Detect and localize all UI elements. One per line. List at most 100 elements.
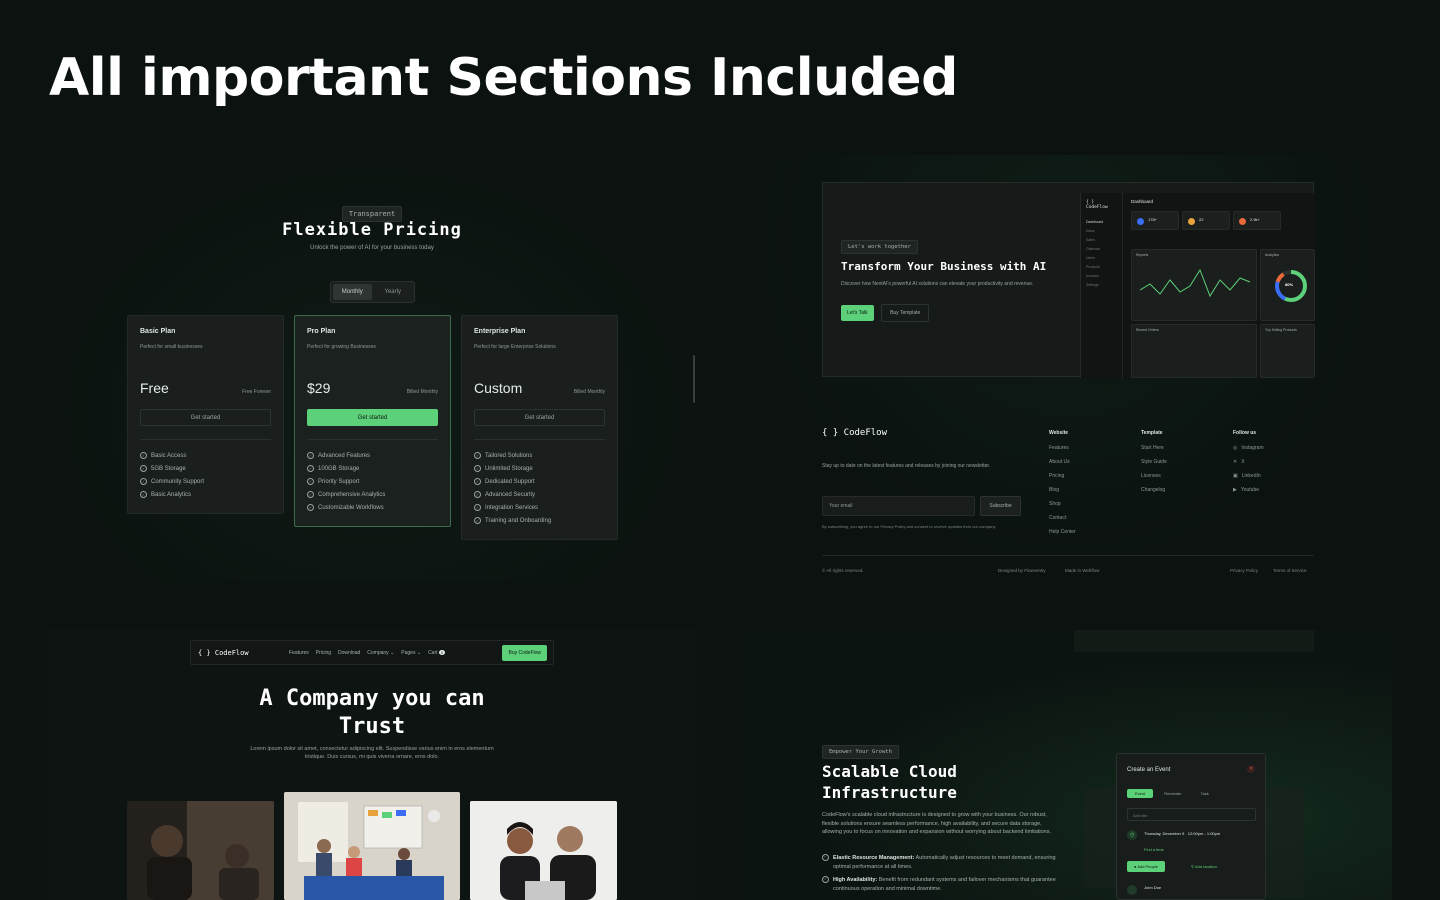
toggle-monthly[interactable]: Monthly (333, 284, 372, 300)
privacy-link[interactable]: Privacy Policy (1230, 568, 1258, 573)
stat-row: 178+ 22 2.9k+ (1131, 211, 1309, 235)
footer-col-title: Follow us (1233, 430, 1257, 436)
dash-menu-item[interactable]: Settings (1086, 283, 1117, 287)
footer-link[interactable]: Features (1049, 445, 1076, 451)
subscribe-button[interactable]: Subscribe (980, 496, 1021, 516)
buy-template-button[interactable]: Buy Template (881, 304, 930, 322)
ghost-card (1074, 630, 1314, 652)
feature-label: Integration Services (485, 504, 539, 511)
plan-feature: ✓ Unlimited Storage (474, 465, 605, 472)
get-started-button[interactable]: Get started (474, 409, 605, 426)
find-time-link[interactable]: Find a time (1144, 847, 1164, 852)
nav-link-pages[interactable]: Pages ⌄ (401, 650, 421, 656)
footer-link[interactable]: Help Center (1049, 529, 1076, 535)
designed-by[interactable]: Designed by Flowventiy (998, 568, 1046, 573)
footer-link[interactable]: About Us (1049, 459, 1076, 465)
social-link-linkedin[interactable]: ▣ LinkedIn (1233, 473, 1264, 479)
plan-name: Pro Plan (307, 328, 336, 335)
footer-logo[interactable]: { } CodeFlow (822, 428, 887, 438)
plan-note: Billed Monthly (406, 389, 438, 395)
plan-desc: Perfect for growing Businesses (307, 344, 376, 350)
plan-feature: ✓ Priority Support (307, 478, 438, 485)
ghost-card (1264, 788, 1304, 898)
event-title-input[interactable]: Add title (1127, 808, 1256, 821)
nav-cart[interactable]: Cart 0 (428, 650, 446, 656)
footer-link[interactable]: Style Guide (1141, 459, 1167, 465)
footer-link[interactable]: Changelog (1141, 487, 1167, 493)
footer-col-title: Template (1141, 430, 1163, 436)
copyright: © All rights reserved. (822, 568, 864, 573)
nav-link[interactable]: Features (289, 650, 309, 656)
event-datetime: Thursday, December 5 12:00pm - 1:00pm (1144, 831, 1220, 836)
get-started-button[interactable]: Get started (140, 409, 271, 426)
dash-menu-item[interactable]: Sales (1086, 238, 1117, 242)
newsletter-text: Stay up to date on the latest features a… (822, 463, 991, 469)
billing-toggle: Monthly Yearly (330, 281, 415, 303)
footer-link[interactable]: Contact (1049, 515, 1076, 521)
team-photo-3 (470, 801, 617, 900)
social-label: X (1241, 459, 1245, 465)
stat-card: 178+ (1131, 211, 1179, 230)
plan-feature: ✓ 100GB Storage (307, 465, 438, 472)
tab-reminder[interactable]: Reminder (1156, 789, 1189, 798)
buy-codeflow-button[interactable]: Buy CodeFlow (502, 645, 547, 661)
hero-title: Transform Your Business with AI (841, 260, 1047, 273)
dash-menu-item[interactable]: Products (1086, 265, 1117, 269)
dash-menu-item[interactable]: Inbox (1086, 229, 1117, 233)
footer-link[interactable]: Pricing (1049, 473, 1076, 479)
email-input[interactable]: Your email (822, 496, 975, 516)
tab-event[interactable]: Event (1127, 789, 1154, 798)
analytics-percent: 80% (1285, 282, 1294, 287)
social-label: Youtube (1240, 487, 1260, 493)
nav-link[interactable]: Pricing (316, 650, 331, 656)
social-link-youtube[interactable]: ▶ Youtube (1233, 487, 1264, 493)
feature-label: Advanced Security (485, 491, 536, 498)
feature-label: Basic Access (151, 452, 187, 459)
footer-link[interactable]: Shop (1049, 501, 1076, 507)
x-icon: ✕ (1233, 459, 1238, 465)
social-label: Instagram (1241, 445, 1264, 451)
pricing-subtitle: Unlock the power of AI for your business… (310, 245, 434, 251)
cloud-feature: ✓ Elastic Resource Management: Automatic… (822, 854, 1060, 871)
check-icon: ✓ (307, 465, 314, 472)
photo-illustration (284, 792, 460, 900)
dash-menu-item[interactable]: Dashboard (1086, 220, 1117, 224)
company-section: { } CodeFlow Features Pricing Download C… (48, 630, 696, 900)
feature-label: Basic Analytics (151, 491, 192, 498)
made-in-webflow[interactable]: Made in Webflow (1065, 568, 1099, 573)
toggle-yearly[interactable]: Yearly (374, 284, 413, 300)
footer-link[interactable]: Start Here (1141, 445, 1167, 451)
add-location-button[interactable]: ⚲ Add location (1191, 864, 1217, 869)
cloud-tag: Empower Your Growth (822, 745, 899, 759)
close-icon[interactable]: × (1247, 765, 1255, 773)
dash-menu-item[interactable]: Users (1086, 256, 1117, 260)
check-icon: ✓ (140, 478, 147, 485)
scrollbar[interactable] (693, 355, 695, 403)
get-started-button[interactable]: Get started (307, 409, 438, 426)
nav-link[interactable]: Download (338, 650, 360, 656)
dash-menu-item[interactable]: Invoices (1086, 274, 1117, 278)
top-products: Top Selling Products (1260, 324, 1315, 378)
footer-link[interactable]: Blog (1049, 487, 1076, 493)
dash-menu-item[interactable]: Calendar (1086, 247, 1117, 251)
dashboard-preview: { } CodeFlow Dashboard Inbox Sales Calen… (1080, 193, 1315, 378)
event-time: 12:00pm - 1:00pm (1187, 831, 1221, 836)
terms-link[interactable]: Terms of Service (1273, 568, 1307, 573)
check-icon: ✓ (474, 452, 481, 459)
plan-price: Free (140, 380, 169, 396)
tab-task[interactable]: Task (1193, 789, 1217, 798)
social-link-instagram[interactable]: ◎ Instagram (1233, 445, 1264, 451)
lets-talk-button[interactable]: Let's Talk (841, 305, 874, 321)
hero-content: Let's work together Transform Your Busin… (841, 235, 1051, 322)
feature-label: 100GB Storage (318, 465, 360, 472)
cloud-feature: ✓ High Availability: Benefit from redund… (822, 876, 1060, 893)
plan-feature: ✓ Customizable Workflows (307, 504, 438, 511)
price-row: Custom Billed Monthly (474, 380, 605, 396)
social-link-x[interactable]: ✕ X (1233, 459, 1264, 465)
footer-link[interactable]: Licenses (1141, 473, 1167, 479)
nav-link-company[interactable]: Company ⌄ (367, 650, 394, 656)
add-people-button[interactable]: ● Add People (1127, 861, 1165, 872)
nav-logo[interactable]: { } CodeFlow (198, 649, 249, 657)
plan-name: Enterprise Plan (474, 328, 526, 335)
check-icon: ✓ (307, 478, 314, 485)
